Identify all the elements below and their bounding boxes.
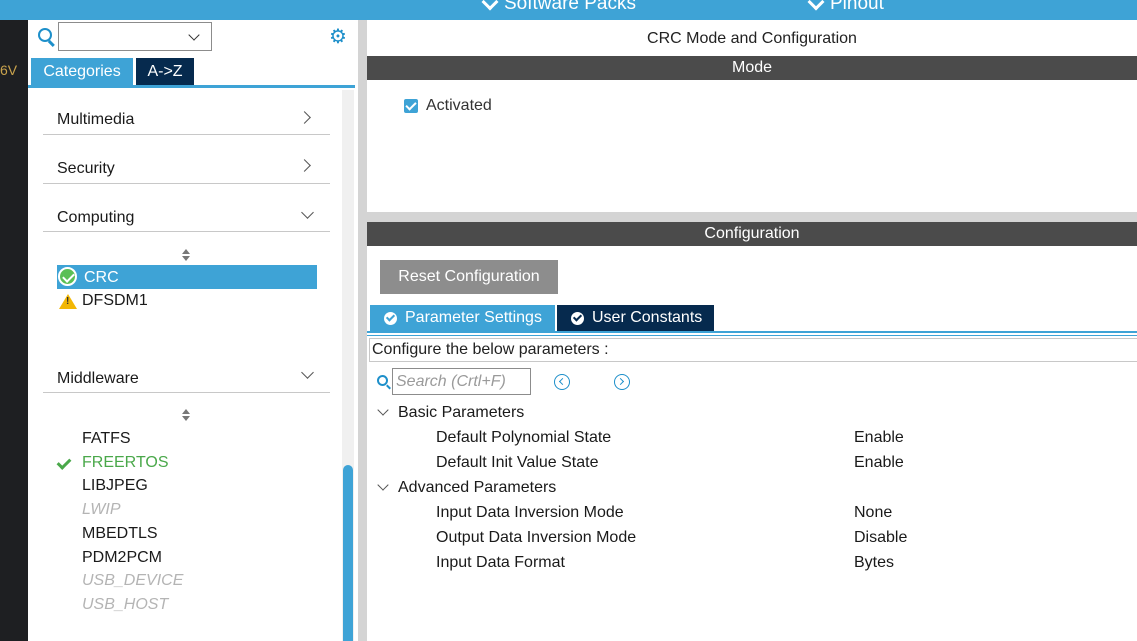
param-name[interactable]: Input Data Format [436, 554, 565, 572]
edge-text: 6V [0, 62, 18, 78]
list-item-usb-host[interactable]: USB_HOST [82, 596, 168, 614]
pinout-label: Pinout [830, 0, 884, 14]
mode-header: Mode [367, 56, 1137, 80]
list-item-fatfs[interactable]: FATFS [82, 430, 131, 448]
tab-label: Parameter Settings [405, 309, 542, 326]
check-circle-icon [384, 311, 397, 325]
category-label: Multimedia [57, 111, 135, 128]
category-label: Middleware [57, 370, 139, 387]
divider [43, 231, 330, 232]
category-label: Security [57, 160, 115, 177]
tab-user-constants[interactable]: User Constants [557, 305, 714, 331]
group-basic-parameters[interactable]: Basic Parameters [398, 404, 524, 422]
configuration-header: Configuration [367, 222, 1137, 246]
param-name[interactable]: Default Init Value State [436, 454, 598, 472]
activated-checkbox[interactable] [404, 99, 418, 113]
category-label: Computing [57, 209, 135, 226]
gear-icon[interactable]: ⚙ [328, 27, 348, 47]
check-circle-icon [571, 311, 584, 325]
param-value[interactable]: None [854, 504, 892, 522]
search-icon[interactable] [38, 28, 52, 42]
software-packs-label: Software Packs [504, 0, 636, 14]
list-item-freertos[interactable]: FREERTOS [82, 454, 169, 472]
param-value[interactable]: Enable [854, 454, 904, 472]
param-value[interactable]: Disable [854, 529, 907, 547]
sort-icon[interactable] [182, 249, 190, 261]
tab-categories[interactable]: Categories [31, 58, 133, 86]
chevron-down-icon[interactable] [377, 404, 389, 416]
editor-edge-strip: 6V [0, 0, 28, 641]
tab-a-to-z[interactable]: A->Z [136, 58, 194, 86]
param-value[interactable]: Enable [854, 429, 904, 447]
tab-label: User Constants [592, 309, 703, 326]
horizontal-splitter[interactable] [367, 212, 1137, 222]
tab-parameter-settings[interactable]: Parameter Settings [370, 305, 555, 331]
panel-splitter[interactable] [358, 20, 367, 641]
param-name[interactable]: Default Polynomial State [436, 429, 611, 447]
parameter-search-input[interactable] [392, 368, 531, 395]
param-value[interactable]: Bytes [854, 554, 894, 572]
instruction-text: Configure the below parameters : [372, 341, 609, 358]
tabs-underline [28, 85, 355, 88]
list-item-lwip[interactable]: LWIP [82, 501, 121, 519]
group-advanced-parameters[interactable]: Advanced Parameters [398, 479, 556, 497]
previous-match-button[interactable] [554, 374, 570, 390]
divider [43, 183, 330, 184]
list-item-libjpeg[interactable]: LIBJPEG [82, 477, 148, 495]
list-item-label: CRC [84, 269, 119, 286]
search-icon [377, 375, 388, 386]
param-name[interactable]: Output Data Inversion Mode [436, 529, 636, 547]
list-item-usb-device[interactable]: USB_DEVICE [82, 572, 183, 590]
list-item-pdm2pcm[interactable]: PDM2PCM [82, 549, 162, 567]
chevron-down-icon [481, 0, 499, 11]
chevron-down-icon[interactable] [377, 479, 389, 491]
reset-configuration-button[interactable]: Reset Configuration [380, 260, 558, 294]
software-packs-menu[interactable]: Software Packs [481, 0, 636, 15]
top-navigation-bar: Software Packs Pinout [0, 0, 1137, 20]
list-item-label: DFSDM1 [82, 292, 148, 309]
pinout-menu[interactable]: Pinout [807, 0, 884, 15]
list-item-mbedtls[interactable]: MBEDTLS [82, 525, 158, 543]
scrollbar-thumb[interactable] [343, 465, 353, 641]
check-circle-icon [58, 267, 77, 286]
warning-icon [59, 294, 77, 309]
tabs-underline [367, 335, 1137, 336]
sort-icon[interactable] [182, 409, 190, 421]
next-match-button[interactable] [614, 374, 630, 390]
param-name[interactable]: Input Data Inversion Mode [436, 504, 624, 522]
tabs-underline [367, 331, 1137, 333]
page-title: CRC Mode and Configuration [647, 30, 857, 47]
divider [43, 134, 330, 135]
activated-label: Activated [426, 97, 492, 114]
chevron-down-icon [807, 0, 825, 11]
divider [43, 392, 330, 393]
